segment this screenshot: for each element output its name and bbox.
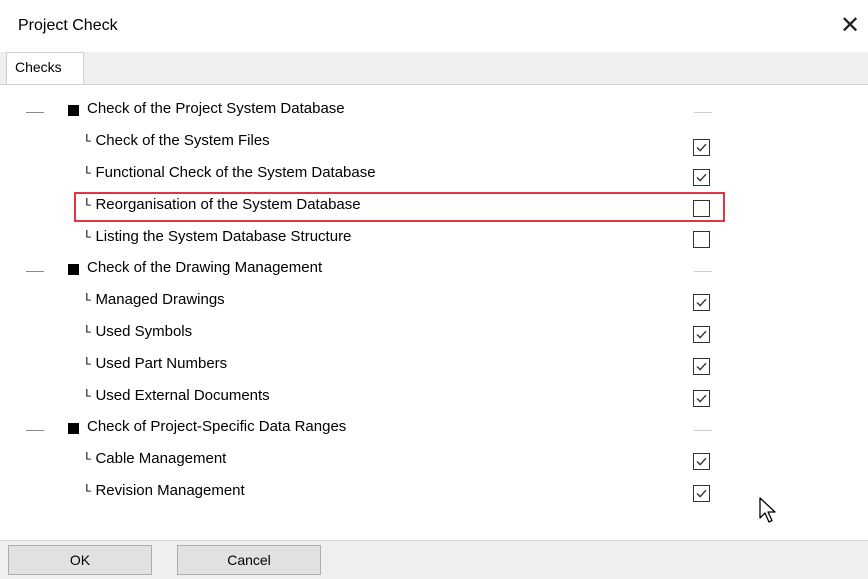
checkbox-managed-drawings[interactable] (693, 294, 710, 311)
checkbox-cable-management[interactable] (693, 453, 710, 470)
group-indicator-line (694, 271, 712, 272)
checkmark-icon (696, 173, 707, 182)
group-indicator-line (694, 430, 712, 431)
checkbox-system-files[interactable] (693, 139, 710, 156)
check-label: ᴸ Revision Management (86, 482, 245, 499)
checkmark-icon (696, 394, 707, 403)
checkbox-listing-structure[interactable] (693, 231, 710, 248)
check-label: ᴸ Used Symbols (86, 323, 193, 340)
group-label: Check of Project-Specific Data Ranges (87, 418, 347, 435)
checkmark-icon (696, 489, 707, 498)
check-row-functional-check[interactable]: ᴸ Functional Check of the System Databas… (0, 162, 868, 190)
group-label: Check of the Project System Database (87, 100, 345, 117)
check-label: ᴸ Listing the System Database Structure (86, 228, 352, 245)
check-row-cable-management[interactable]: ᴸ Cable Management (0, 448, 868, 476)
checkbox-revision-management[interactable] (693, 485, 710, 502)
checkmark-icon (696, 298, 707, 307)
group-row-drawing-management: Check of the Drawing Management (0, 257, 868, 285)
checkbox-used-part-numbers[interactable] (693, 358, 710, 375)
title-bar: Project Check ✕ (0, 0, 868, 56)
check-row-revision-management[interactable]: ᴸ Revision Management (0, 480, 868, 508)
group-label: Check of the Drawing Management (87, 259, 323, 276)
group-row-project-system-database: Check of the Project System Database (0, 98, 868, 126)
mouse-pointer-icon (758, 496, 778, 529)
collapse-dash[interactable] (26, 430, 44, 431)
tab-checks[interactable]: Checks (6, 52, 84, 84)
close-icon[interactable]: ✕ (836, 8, 864, 44)
black-square-bullet-icon (68, 264, 79, 275)
check-row-reorganisation[interactable]: ᴸ Reorganisation of the System Database (0, 194, 868, 222)
check-label: ᴸ Check of the System Files (86, 132, 270, 149)
collapse-dash[interactable] (26, 271, 44, 272)
checkmark-icon (696, 330, 707, 339)
group-row-project-specific-data-ranges: Check of Project-Specific Data Ranges (0, 416, 868, 444)
checkbox-functional-check[interactable] (693, 169, 710, 186)
checkmark-icon (696, 143, 707, 152)
check-label: ᴸ Functional Check of the System Databas… (86, 164, 376, 181)
collapse-dash[interactable] (26, 112, 44, 113)
checkbox-used-symbols[interactable] (693, 326, 710, 343)
black-square-bullet-icon (68, 105, 79, 116)
ok-button[interactable]: OK (8, 545, 152, 575)
check-label: ᴸ Used External Documents (86, 387, 270, 404)
window-title: Project Check (18, 17, 118, 34)
cancel-button[interactable]: Cancel (177, 545, 321, 575)
checkbox-used-external-documents[interactable] (693, 390, 710, 407)
check-label: ᴸ Used Part Numbers (86, 355, 228, 372)
group-indicator-line (694, 112, 712, 113)
tab-strip (0, 52, 868, 84)
check-label: ᴸ Cable Management (86, 450, 227, 467)
check-label: ᴸ Managed Drawings (86, 291, 225, 308)
check-row-used-symbols[interactable]: ᴸ Used Symbols (0, 321, 868, 349)
check-row-system-files[interactable]: ᴸ Check of the System Files (0, 130, 868, 158)
check-row-used-external-documents[interactable]: ᴸ Used External Documents (0, 385, 868, 413)
check-label: ᴸ Reorganisation of the System Database (86, 196, 361, 213)
check-row-managed-drawings[interactable]: ᴸ Managed Drawings (0, 289, 868, 317)
check-row-listing-structure[interactable]: ᴸ Listing the System Database Structure (0, 226, 868, 254)
black-square-bullet-icon (68, 423, 79, 434)
checkbox-reorganisation[interactable] (693, 200, 710, 217)
checkmark-icon (696, 457, 707, 466)
check-row-used-part-numbers[interactable]: ᴸ Used Part Numbers (0, 353, 868, 381)
checkmark-icon (696, 362, 707, 371)
